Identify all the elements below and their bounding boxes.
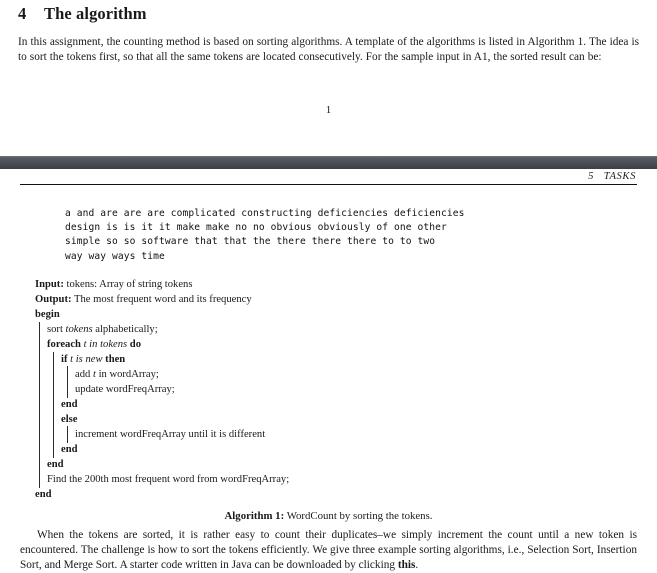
algorithm-find-line: Find the 200th most frequent word from w… xyxy=(35,471,629,489)
add-text-start: add xyxy=(75,369,91,381)
running-header-title: TASKS xyxy=(603,171,636,182)
closing-paragraph-text: When the tokens are sorted, it is rather… xyxy=(20,529,637,572)
algorithm-foreach-line: foreach t in tokens do xyxy=(35,336,629,354)
algorithm-increment-line: increment wordFreqArray until it is diff… xyxy=(35,426,629,444)
begin-keyword: begin xyxy=(35,309,60,321)
page-one-fragment: 4 The algorithm In this assignment, the … xyxy=(0,4,657,116)
find-text: Find the 200th most frequent word from w… xyxy=(47,473,290,485)
running-header: 5 TASKS xyxy=(18,171,639,184)
page-number-folio: 1 xyxy=(325,104,332,117)
algorithm-caption-label: Algorithm 1: xyxy=(224,510,285,523)
this-link[interactable]: this xyxy=(398,559,416,571)
running-header-gap xyxy=(594,171,604,182)
verbatim-line-2: design is is it it make make no no obvio… xyxy=(65,222,447,234)
else-keyword: else xyxy=(61,413,78,425)
add-variable: t xyxy=(92,369,96,381)
closing-paragraph: When the tokens are sorted, it is rather… xyxy=(18,528,639,573)
algorithm-output-line: Output: The most frequent word and its f… xyxy=(35,293,629,308)
verbatim-token-block: a and are are are complicated constructi… xyxy=(18,207,639,264)
algorithm-end-if-line: end xyxy=(35,396,629,414)
algorithm-sort-line: sort tokens alphabetically; xyxy=(35,321,629,339)
algorithm-caption: Algorithm 1: WordCount by sorting the to… xyxy=(18,510,639,522)
foreach-keyword: foreach xyxy=(47,339,81,351)
if-then-keyword: then xyxy=(105,354,126,366)
algorithm-end-foreach-line: end xyxy=(35,456,629,474)
if-keyword: if xyxy=(61,354,68,366)
foreach-do-keyword: do xyxy=(129,339,141,351)
end-else-keyword: end xyxy=(61,443,78,455)
algorithm-if-line: if t is new then xyxy=(35,351,629,369)
section-title: The algorithm xyxy=(44,4,147,23)
add-text-end: in wordArray; xyxy=(98,369,159,381)
input-text: tokens: Array of string tokens xyxy=(66,279,193,291)
end-foreach-keyword: end xyxy=(47,458,64,470)
section-number: 4 xyxy=(18,4,27,23)
algorithm-end-line: end xyxy=(35,487,629,502)
algorithm-update-line: update wordFreqArray; xyxy=(35,381,629,399)
algorithm-caption-text: WordCount by sorting the tokens. xyxy=(286,510,433,523)
verbatim-line-3: simple so so software that that the ther… xyxy=(65,236,436,248)
output-text: The most frequent word and its frequency xyxy=(73,294,252,306)
verbatim-line-1: a and are are are complicated constructi… xyxy=(65,208,465,219)
closing-paragraph-period: . xyxy=(415,559,419,572)
algorithm-begin-line: begin xyxy=(35,308,629,323)
update-text: update wordFreqArray; xyxy=(75,384,175,396)
page-break-separator xyxy=(0,156,657,169)
algorithm-else-line: else xyxy=(35,411,629,429)
output-label: Output: xyxy=(35,294,72,306)
algorithm-add-line: add t in wordArray; xyxy=(35,366,629,384)
end-if-keyword: end xyxy=(61,398,78,410)
increment-text: increment wordFreqArray until it is diff… xyxy=(75,428,266,440)
algorithm-end-else-line: end xyxy=(35,441,629,459)
if-condition: t is new xyxy=(70,354,103,366)
end-outer-keyword: end xyxy=(35,488,52,500)
sort-variable: tokens xyxy=(65,324,93,336)
sort-keyword: sort xyxy=(47,324,63,336)
intro-paragraph: In this assignment, the counting method … xyxy=(18,35,639,63)
page-title: 4 The algorithm xyxy=(18,4,639,25)
algorithm-block: Input: tokens: Array of string tokens Ou… xyxy=(18,278,639,502)
algorithm-input-line: Input: tokens: Array of string tokens xyxy=(35,278,629,293)
header-rule xyxy=(20,184,637,185)
verbatim-line-4: way way ways time xyxy=(65,250,165,262)
input-label: Input: xyxy=(35,279,64,291)
document-page: 4 The algorithm In this assignment, the … xyxy=(0,4,657,571)
sort-rest: alphabetically; xyxy=(95,324,158,336)
foreach-condition: t in tokens xyxy=(83,339,128,351)
page-two-fragment: 5 TASKS a and are are are complicated co… xyxy=(0,171,657,573)
